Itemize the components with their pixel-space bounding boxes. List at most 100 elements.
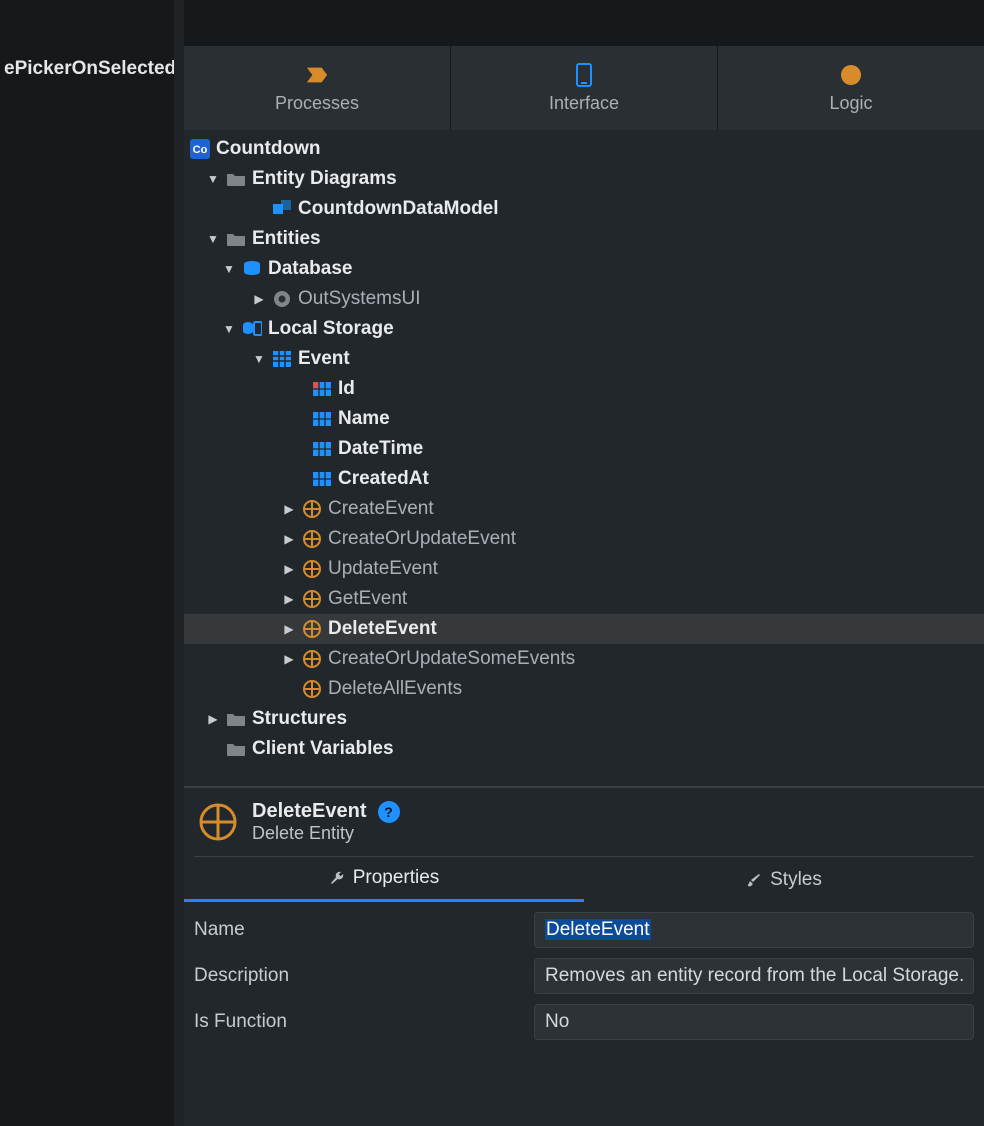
- tab-styles[interactable]: Styles: [584, 857, 984, 902]
- prop-row-isfunction: Is Function No: [194, 1004, 974, 1040]
- tree-view[interactable]: Co Countdown ▼ Entity Diagrams ▼ Countdo…: [184, 130, 984, 786]
- tree-database[interactable]: ▼ Database: [184, 254, 984, 284]
- tab-properties[interactable]: Properties: [184, 857, 584, 902]
- tree-item-label: CreateOrUpdateEvent: [328, 528, 516, 550]
- details-subtitle: Delete Entity: [252, 823, 400, 844]
- folder-icon: [226, 739, 246, 759]
- chevron-right-icon[interactable]: ▶: [282, 592, 296, 606]
- action-icon: [302, 589, 322, 609]
- selected-text: DeleteEvent: [545, 919, 651, 940]
- svg-text:Co: Co: [193, 144, 208, 156]
- attr-icon: [312, 409, 332, 429]
- tree-item-label: DateTime: [338, 438, 423, 460]
- chevron-right-icon[interactable]: ▶: [252, 292, 266, 306]
- tree-item-label: Client Variables: [252, 738, 394, 760]
- tree-item-label: Database: [268, 258, 353, 280]
- tab-label: Logic: [829, 93, 872, 114]
- tree-entities[interactable]: ▼ Entities: [184, 224, 984, 254]
- interface-icon: [572, 63, 596, 87]
- top-tabs: Processes Interface Logic: [184, 46, 984, 130]
- tab-label: Properties: [353, 867, 440, 889]
- tree-item-label: Id: [338, 378, 355, 400]
- local-storage-icon: [242, 319, 262, 339]
- details-header: DeleteEvent ? Delete Entity: [184, 788, 984, 852]
- chevron-down-icon[interactable]: ▼: [222, 262, 236, 276]
- tree-item-label: OutSystemsUI: [298, 288, 420, 310]
- tree-item-label: Entity Diagrams: [252, 168, 397, 190]
- chevron-down-icon[interactable]: ▼: [206, 232, 220, 246]
- tree-entity-diagrams[interactable]: ▼ Entity Diagrams: [184, 164, 984, 194]
- tree-item-label: CountdownDataModel: [298, 198, 499, 220]
- tree-item-label: Entities: [252, 228, 321, 250]
- entity-icon: [272, 349, 292, 369]
- tab-label: Styles: [770, 869, 822, 891]
- folder-icon: [226, 169, 246, 189]
- reference-icon: [272, 289, 292, 309]
- tree-action-update[interactable]: ▶ UpdateEvent: [184, 554, 984, 584]
- action-icon: [302, 619, 322, 639]
- tree-attr-datetime[interactable]: DateTime: [184, 434, 984, 464]
- folder-icon: [226, 709, 246, 729]
- action-icon: [302, 559, 322, 579]
- tree-item-label: CreateEvent: [328, 498, 434, 520]
- chevron-right-icon[interactable]: ▶: [282, 562, 296, 576]
- prop-key: Description: [194, 965, 534, 987]
- tree-attr-id[interactable]: Id: [184, 374, 984, 404]
- action-icon: [302, 649, 322, 669]
- chevron-right-icon[interactable]: ▶: [282, 502, 296, 516]
- details-panel: DeleteEvent ? Delete Entity Properties S…: [184, 786, 984, 1126]
- tab-processes[interactable]: Processes: [184, 46, 451, 130]
- action-icon: [302, 529, 322, 549]
- tree-action-createorupdate[interactable]: ▶ CreateOrUpdateEvent: [184, 524, 984, 554]
- prop-value-description[interactable]: Removes an entity record from the Local …: [534, 958, 974, 994]
- right-panel: Processes Interface Logic Co Countdown: [184, 46, 984, 1126]
- tab-label: Interface: [549, 93, 619, 114]
- chevron-right-icon[interactable]: ▶: [282, 532, 296, 546]
- folder-icon: [226, 229, 246, 249]
- database-icon: [242, 259, 262, 279]
- tree-event-entity[interactable]: ▼ Event: [184, 344, 984, 374]
- vertical-divider: [174, 0, 184, 1126]
- chevron-right-icon[interactable]: ▶: [282, 622, 296, 636]
- tree-item-label: Local Storage: [268, 318, 394, 340]
- chevron-right-icon[interactable]: ▶: [282, 652, 296, 666]
- attr-icon: [312, 439, 332, 459]
- tree-item-label: DeleteAllEvents: [328, 678, 462, 700]
- tree-action-createupdatesome[interactable]: ▶ CreateOrUpdateSomeEvents: [184, 644, 984, 674]
- brush-icon: [746, 872, 762, 888]
- tree-structures[interactable]: ▶ Structures: [184, 704, 984, 734]
- tree-outsystemsui[interactable]: ▶ OutSystemsUI: [184, 284, 984, 314]
- tree-action-deleteall[interactable]: ▶ DeleteAllEvents: [184, 674, 984, 704]
- tab-interface[interactable]: Interface: [451, 46, 718, 130]
- prop-value-isfunction[interactable]: No: [534, 1004, 974, 1040]
- tree-item-label: Event: [298, 348, 350, 370]
- tree-local-storage[interactable]: ▼ Local Storage: [184, 314, 984, 344]
- chevron-down-icon[interactable]: ▼: [206, 172, 220, 186]
- module-icon: Co: [190, 139, 210, 159]
- action-icon: [198, 802, 238, 842]
- module-root[interactable]: Co Countdown: [184, 134, 984, 164]
- chevron-down-icon[interactable]: ▼: [252, 352, 266, 366]
- tree-item-label: CreatedAt: [338, 468, 429, 490]
- tree-countdown-datamodel[interactable]: ▼ CountdownDataModel: [184, 194, 984, 224]
- key-attr-icon: [312, 379, 332, 399]
- chevron-down-icon[interactable]: ▼: [222, 322, 236, 336]
- tree-client-variables[interactable]: ▶ Client Variables: [184, 734, 984, 764]
- left-tab-label-fragment: ePickerOnSelected: [0, 46, 170, 92]
- chevron-right-icon[interactable]: ▶: [206, 712, 220, 726]
- tree-attr-createdat[interactable]: CreatedAt: [184, 464, 984, 494]
- tree-item-label: GetEvent: [328, 588, 407, 610]
- tree-item-label: Structures: [252, 708, 347, 730]
- tree-action-delete[interactable]: ▶ DeleteEvent: [184, 614, 984, 644]
- tree-action-create[interactable]: ▶ CreateEvent: [184, 494, 984, 524]
- tree-attr-name[interactable]: Name: [184, 404, 984, 434]
- help-icon[interactable]: ?: [378, 801, 400, 823]
- tree-item-label: Countdown: [216, 138, 320, 160]
- tab-logic[interactable]: Logic: [718, 46, 984, 130]
- tree-item-label: Name: [338, 408, 390, 430]
- prop-row-description: Description Removes an entity record fro…: [194, 958, 974, 994]
- properties-tabs: Properties Styles: [184, 857, 984, 902]
- tree-action-get[interactable]: ▶ GetEvent: [184, 584, 984, 614]
- diagram-icon: [272, 199, 292, 219]
- prop-value-name[interactable]: DeleteEvent: [534, 912, 974, 948]
